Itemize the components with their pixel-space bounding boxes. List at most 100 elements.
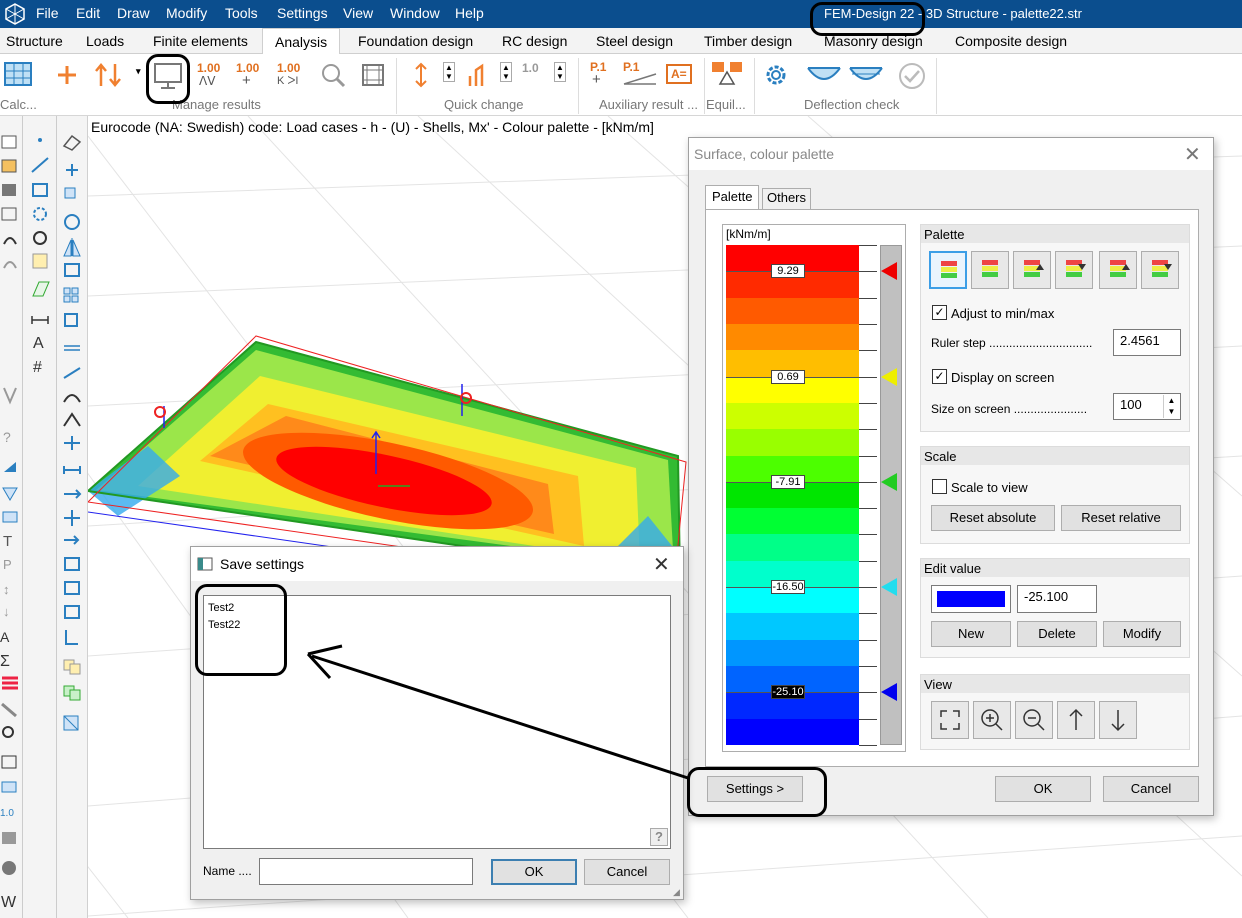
film-strip-icon[interactable] <box>360 62 386 88</box>
arrow-up-icon <box>1069 708 1083 730</box>
new-button[interactable]: New <box>931 621 1011 647</box>
palette-dialog-titlebar: Surface, colour palette ✕ <box>689 138 1213 170</box>
deflection-check-icon[interactable] <box>806 64 842 86</box>
tab-foundation-design[interactable]: Foundation design <box>358 33 473 49</box>
svg-text:Σ: Σ <box>0 653 10 670</box>
reset-relative-button[interactable]: Reset relative <box>1061 505 1181 531</box>
palette-marker-icon[interactable] <box>881 262 897 281</box>
spin-up-down-1[interactable]: ▲ ▼ <box>443 62 455 82</box>
tab-others[interactable]: Others <box>762 188 812 209</box>
toolbar-divider <box>22 116 23 918</box>
tab-palette[interactable]: Palette <box>705 185 760 209</box>
menu-tools[interactable]: Tools <box>225 5 258 21</box>
annotation-box-settings <box>687 767 827 817</box>
menu-draw[interactable]: Draw <box>117 5 150 21</box>
settings-gear-icon[interactable] <box>763 62 789 88</box>
palette-marker-icon[interactable] <box>881 367 897 386</box>
scale-tick <box>859 245 877 246</box>
reset-absolute-button[interactable]: Reset absolute <box>931 505 1055 531</box>
tab-loads[interactable]: Loads <box>86 33 124 49</box>
tab-structure[interactable]: Structure <box>6 33 63 49</box>
scale-diagram-icon[interactable] <box>466 62 492 88</box>
move-up-button[interactable] <box>1057 701 1095 739</box>
colour-swatch[interactable] <box>931 585 1011 613</box>
palette-cancel-button[interactable]: Cancel <box>1103 776 1199 802</box>
palette-marker-icon[interactable] <box>881 683 897 702</box>
calculate-icon[interactable] <box>4 60 32 88</box>
display-on-screen-checkbox[interactable]: ✓ <box>932 369 947 384</box>
move-down-button[interactable] <box>1099 701 1137 739</box>
delete-button[interactable]: Delete <box>1017 621 1097 647</box>
edit-value-input[interactable]: -25.100 <box>1017 585 1097 613</box>
deflection-limit-icon[interactable] <box>848 64 884 86</box>
palette-gradient-icon <box>1066 260 1086 277</box>
equilibrium-icon[interactable] <box>710 60 744 88</box>
app-logo-icon[interactable] <box>4 3 26 25</box>
palette-marker-icon[interactable] <box>881 472 897 491</box>
scale-tick <box>859 639 877 641</box>
menu-view[interactable]: View <box>343 5 373 21</box>
fit-view-button[interactable] <box>931 701 969 739</box>
dropdown-chevron-icon[interactable]: ▾ <box>136 66 141 77</box>
size-spinner-icon[interactable]: ▲ ▼ <box>1163 395 1179 418</box>
spin-up-down-2[interactable]: ▲ ▼ <box>500 62 512 82</box>
ribbon-separator <box>396 58 397 114</box>
aux-text-icon[interactable]: A= <box>666 64 692 84</box>
close-icon[interactable]: ✕ <box>653 552 670 577</box>
name-input[interactable] <box>259 858 473 885</box>
resize-grip-icon[interactable]: ◢ <box>673 887 680 898</box>
svg-text:W: W <box>1 894 17 911</box>
unit-label: [kNm/m] <box>726 227 771 241</box>
spin-up-down-3[interactable]: ▲ ▼ <box>554 62 566 82</box>
window-icon <box>197 557 213 571</box>
adjust-minmax-checkbox[interactable]: ✓ <box>932 305 947 320</box>
menu-file[interactable]: File <box>36 5 59 21</box>
palette-type-button[interactable] <box>1013 251 1051 289</box>
scale-up-down-icon[interactable] <box>408 62 434 88</box>
palette-type-button[interactable] <box>1055 251 1093 289</box>
palette-marker-icon[interactable] <box>881 578 897 597</box>
save-cancel-button[interactable]: Cancel <box>584 859 670 885</box>
scale-tick <box>859 745 877 746</box>
palette-type-button[interactable] <box>971 251 1009 289</box>
menu-modify[interactable]: Modify <box>166 5 207 21</box>
scale-to-view-checkbox[interactable] <box>932 479 947 494</box>
palette-group: Palette ✓ Adjust to min/max Ruler step .… <box>920 224 1190 432</box>
menu-window[interactable]: Window <box>390 5 440 21</box>
zoom-out-button[interactable] <box>1015 701 1053 739</box>
aux-line-icon[interactable] <box>622 72 658 86</box>
close-icon[interactable]: ✕ <box>1184 142 1201 167</box>
check-done-icon[interactable] <box>898 62 926 90</box>
annotation-box-list <box>195 584 287 676</box>
modify-button[interactable]: Modify <box>1103 621 1181 647</box>
zoom-result-icon[interactable] <box>320 62 346 88</box>
tab-steel-design[interactable]: Steel design <box>596 33 673 49</box>
plus-icon[interactable]: + <box>242 72 251 89</box>
tab-finite-elements[interactable]: Finite elements <box>153 33 248 49</box>
tab-timber-design[interactable]: Timber design <box>704 33 792 49</box>
palette-ok-button[interactable]: OK <box>995 776 1091 802</box>
draw-tools-icon[interactable]: A# <box>28 132 52 392</box>
menu-edit[interactable]: Edit <box>76 5 100 21</box>
tab-analysis[interactable]: Analysis <box>262 28 341 55</box>
palette-type-button[interactable] <box>1141 251 1179 289</box>
menu-help[interactable]: Help <box>455 5 484 21</box>
save-dialog-titlebar: Save settings ✕ <box>191 547 683 581</box>
tab-composite-design[interactable]: Composite design <box>955 33 1067 49</box>
arrows-in-icon[interactable]: K ᐳI <box>277 74 298 87</box>
file-tools-icon[interactable]: ? TP ↕ ↓ AΣ 1.0 W <box>0 132 20 918</box>
aux-point-icon[interactable]: + <box>592 71 601 88</box>
add-result-icon[interactable] <box>56 64 78 86</box>
palette-type-button[interactable] <box>929 251 967 289</box>
save-ok-button[interactable]: OK <box>491 859 577 885</box>
approx-icon[interactable]: ᐱᐯ <box>199 74 215 88</box>
palette-type-button[interactable] <box>1099 251 1137 289</box>
zoom-in-button[interactable] <box>973 701 1011 739</box>
modify-tools-icon[interactable] <box>60 132 84 852</box>
menu-settings[interactable]: Settings <box>277 5 328 21</box>
help-button[interactable]: ? <box>650 828 668 846</box>
sort-arrows-icon[interactable] <box>93 62 123 88</box>
tab-rc-design[interactable]: RC design <box>502 33 567 49</box>
group-label-auxiliary: Auxiliary result ... <box>599 97 698 112</box>
ruler-step-input[interactable]: 2.4561 <box>1113 329 1181 356</box>
